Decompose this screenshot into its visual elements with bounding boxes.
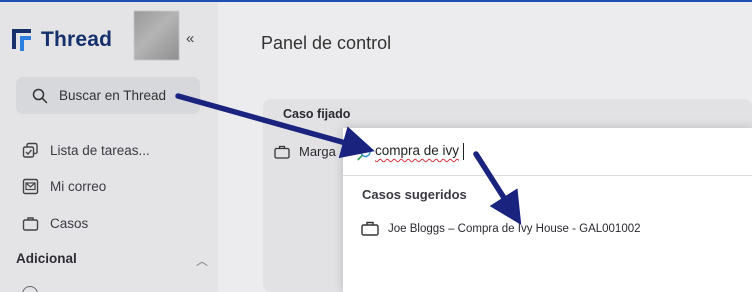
sidebar-item-mail[interactable]: Mi correo <box>22 178 106 195</box>
sidebar-item-label: Lista de tareas... <box>50 143 150 158</box>
pinned-case-title: Caso fijado <box>283 107 351 121</box>
chevron-up-icon[interactable]: ︿ <box>196 252 208 269</box>
search-label: Buscar en Thread <box>59 88 167 103</box>
pinned-case-label: Marga <box>299 144 336 159</box>
suggested-cases-heading: Casos sugeridos <box>362 187 467 202</box>
search-input[interactable]: compra de ivy <box>375 143 459 158</box>
thread-logo-icon <box>12 29 31 51</box>
thread-logo[interactable]: Thread <box>11 28 112 52</box>
briefcase-icon <box>361 221 379 236</box>
avatar[interactable] <box>134 11 179 60</box>
search-dropdown: compra de ivy Casos sugeridos Joe Bloggs… <box>343 128 752 292</box>
briefcase-icon <box>274 145 290 159</box>
sidebar-item-tasks[interactable]: Lista de tareas... <box>22 142 150 159</box>
sidebar-item-label: Mi correo <box>50 179 107 194</box>
search-icon <box>32 88 48 103</box>
text-cursor <box>463 143 464 160</box>
suggested-case-label: Joe Bloggs – Compra de Ivy House - GAL00… <box>388 222 641 235</box>
brand-name: Thread <box>41 28 113 51</box>
tasks-icon <box>22 142 38 158</box>
pinned-case-link[interactable]: Marga <box>274 144 336 159</box>
sidebar-search-button[interactable]: Buscar en Thread <box>16 77 200 114</box>
mail-icon <box>22 178 39 195</box>
page-title: Panel de control <box>261 33 392 53</box>
sidebar-item-cases[interactable]: Casos <box>22 215 88 232</box>
collapse-sidebar-icon[interactable]: « <box>186 30 194 47</box>
search-input-row[interactable]: compra de ivy <box>343 128 752 176</box>
suggested-case-item[interactable]: Joe Bloggs – Compra de Ivy House - GAL00… <box>361 221 641 236</box>
briefcase-icon <box>22 217 39 231</box>
section-title-adicional[interactable]: Adicional <box>16 251 77 266</box>
search-icon <box>357 146 371 161</box>
sidebar-item-label: Casos <box>50 216 89 231</box>
